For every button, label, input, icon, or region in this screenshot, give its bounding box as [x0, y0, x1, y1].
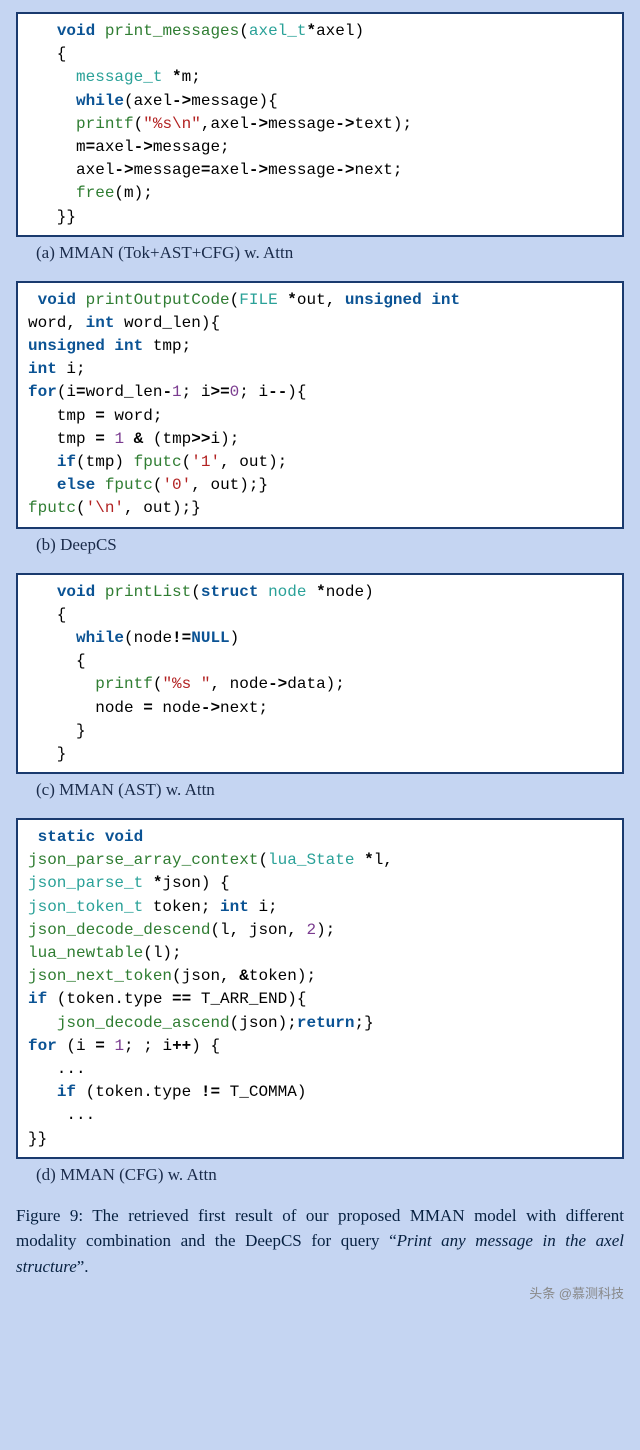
code-box-d: static void json_parse_array_context(lua…: [16, 818, 624, 1159]
code-box-c: void printList(struct node *node) { whil…: [16, 573, 624, 775]
caption-d: (d) MMAN (CFG) w. Attn: [36, 1165, 620, 1185]
code-box-b: void printOutputCode(FILE *out, unsigned…: [16, 281, 624, 529]
panel-d: static void json_parse_array_context(lua…: [16, 818, 624, 1185]
code-box-a: void print_messages(axel_t*axel) { messa…: [16, 12, 624, 237]
figure-caption: Figure 9: The retrieved first result of …: [16, 1203, 624, 1280]
caption-b: (b) DeepCS: [36, 535, 620, 555]
panel-a: void print_messages(axel_t*axel) { messa…: [16, 12, 624, 263]
caption-c: (c) MMAN (AST) w. Attn: [36, 780, 620, 800]
panel-c: void printList(struct node *node) { whil…: [16, 573, 624, 801]
watermark: 头条 @慕测科技: [16, 1283, 624, 1302]
caption-a: (a) MMAN (Tok+AST+CFG) w. Attn: [36, 243, 620, 263]
panel-b: void printOutputCode(FILE *out, unsigned…: [16, 281, 624, 555]
caption-suffix: ”.: [77, 1257, 89, 1276]
